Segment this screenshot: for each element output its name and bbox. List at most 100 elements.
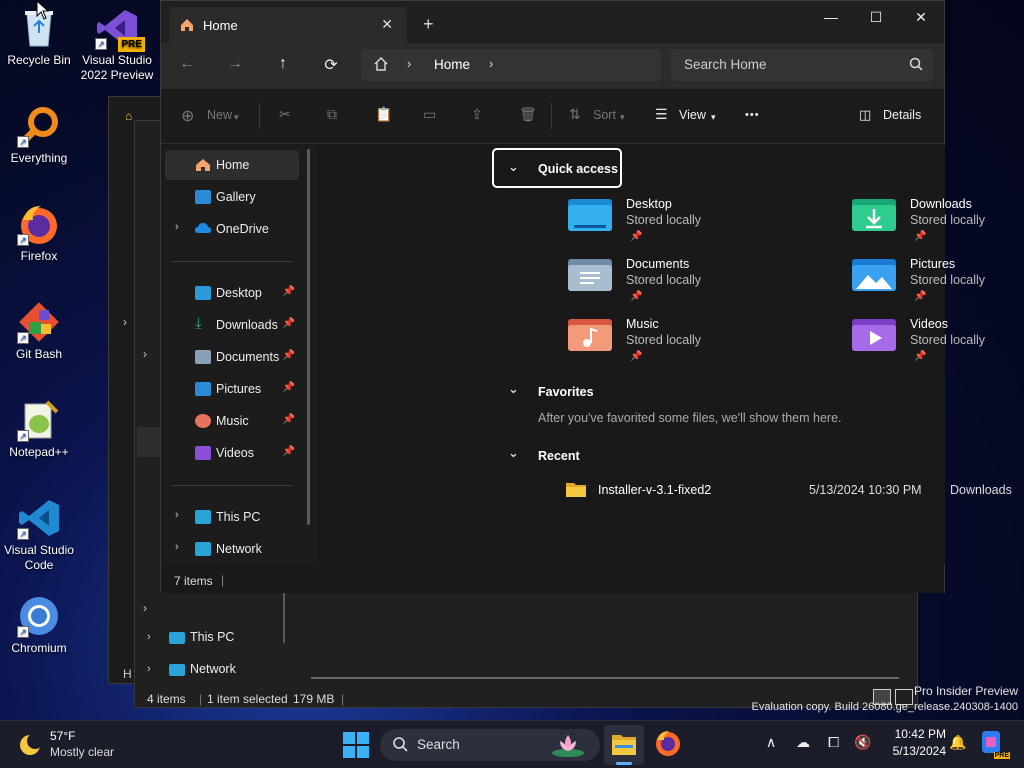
horizontal-scrollbar[interactable] (311, 677, 899, 679)
show-hidden-icons-chevron-icon[interactable]: ∧ (766, 734, 776, 751)
new-button[interactable]: New (207, 108, 232, 122)
partial-tab-label: H (123, 667, 132, 681)
music-folder-icon (568, 317, 612, 353)
maximize-button[interactable]: ☐ (856, 9, 896, 26)
taskbar-app-firefox[interactable] (654, 729, 686, 761)
desktop-icon-chromium[interactable]: ↗ Chromium (0, 594, 78, 656)
folder-tile-music[interactable]: Music Stored locally 📌 (568, 317, 808, 373)
pin-icon[interactable]: 📌 (283, 318, 295, 329)
chevron-right-icon[interactable]: › (175, 509, 179, 521)
folder-tile-downloads[interactable]: Downloads Stored locally 📌 (852, 197, 1024, 253)
desktop-icon-label: Git Bash (15, 347, 63, 361)
pin-icon[interactable]: 📌 (283, 382, 295, 393)
search-box[interactable]: Search Home (671, 49, 933, 81)
chevron-right-icon[interactable]: › (175, 221, 179, 233)
divider (551, 103, 552, 129)
shortcut-arrow-icon: ↗ (17, 626, 29, 638)
breadcrumb-item[interactable]: Home (434, 57, 470, 72)
up-arrow-icon[interactable]: ↑ (271, 55, 295, 73)
chevron-right-icon[interactable]: › (175, 541, 179, 553)
pin-icon[interactable]: 📌 (283, 446, 295, 457)
share-icon[interactable]: ⇪ (471, 106, 483, 123)
preview-badge: PRE (993, 752, 1010, 759)
desktop-icon-git-bash[interactable]: ↗ Git Bash (0, 300, 78, 362)
view-button[interactable]: View (679, 108, 706, 122)
music-icon (195, 414, 211, 428)
nav-item-music[interactable]: Music 📌 (165, 406, 299, 436)
address-bar[interactable]: › Home › (361, 49, 661, 81)
pin-icon[interactable]: 📌 (283, 414, 295, 425)
folder-tile-pictures[interactable]: Pictures Stored locally 📌 (852, 257, 1024, 313)
close-tab-icon[interactable]: ✕ (381, 16, 393, 33)
cut-icon[interactable]: ✂ (279, 106, 291, 123)
nav-item-documents[interactable]: Documents 📌 (165, 342, 299, 372)
documents-icon (195, 350, 211, 364)
nav-item-desktop[interactable]: Desktop 📌 (165, 278, 299, 308)
visual-studio-icon: PRE ↗ (95, 6, 145, 52)
desktop-icon-firefox[interactable]: ↗ Firefox (0, 202, 78, 264)
desktop-icon-vscode[interactable]: ↗ Visual Studio Code (0, 496, 78, 573)
tab-home[interactable]: Home ✕ (169, 7, 407, 43)
refresh-icon[interactable]: ⟳ (319, 55, 343, 75)
start-button[interactable] (343, 732, 369, 761)
desktop-folder-icon (568, 197, 612, 233)
close-window-button[interactable]: ✕ (901, 9, 941, 26)
section-title: Recent (538, 449, 580, 463)
nav-item-gallery[interactable]: Gallery (165, 182, 299, 212)
copy-icon[interactable]: ⧉ (327, 106, 337, 123)
favorites-header[interactable]: ⌄ Favorites (506, 381, 766, 403)
file-name: Installer-v-3.1-fixed2 (598, 483, 712, 497)
folder-subtitle: Stored locally (626, 273, 702, 287)
nav-item-home[interactable]: Home (165, 150, 299, 180)
desktop-icon-everything[interactable]: ↗ Everything (0, 104, 78, 166)
folder-tile-documents[interactable]: Documents Stored locally 📌 (568, 257, 808, 313)
nav-item-pictures[interactable]: Pictures 📌 (165, 374, 299, 404)
nav-item-videos[interactable]: Videos 📌 (165, 438, 299, 468)
sort-button[interactable]: Sort (593, 108, 616, 122)
delete-icon[interactable]: 🗑 (519, 106, 537, 123)
nav-item-this-pc[interactable]: › This PC (165, 502, 299, 532)
recent-header[interactable]: ⌄ Recent (506, 445, 766, 467)
desktop-icon-visual-studio[interactable]: PRE ↗ Visual Studio 2022 Preview (78, 6, 156, 83)
copilot-button[interactable]: PRE (978, 729, 1010, 759)
details-button[interactable]: Details (883, 108, 921, 122)
tab-label: Home (203, 18, 238, 33)
clock[interactable]: 10:42 PM 5/13/2024 (884, 727, 946, 763)
taskbar-search[interactable]: Search (380, 729, 600, 761)
pin-icon[interactable]: 📌 (283, 286, 295, 297)
volume-muted-icon[interactable]: 🔇 (854, 734, 871, 751)
more-options-button[interactable]: ••• (745, 109, 760, 121)
minimize-button[interactable]: — (811, 9, 851, 25)
folder-tile-desktop[interactable]: Desktop Stored locally 📌 (568, 197, 808, 253)
nav-item-network[interactable]: › Network (165, 534, 299, 564)
nav-item-downloads[interactable]: ⤓ Downloads 📌 (165, 310, 299, 340)
back-arrow-icon[interactable]: ← (175, 55, 199, 73)
taskbar-app-file-explorer[interactable] (604, 725, 644, 765)
chromium-icon: ↗ (17, 594, 61, 638)
paste-icon[interactable]: 📋 (375, 106, 392, 123)
breadcrumb-chevron-icon[interactable]: › (489, 56, 493, 71)
folder-name: Pictures (910, 257, 956, 271)
notification-bell-icon[interactable]: 🔔 (949, 734, 966, 751)
desktop-icon-label: Notepad++ (9, 445, 69, 459)
firefox-icon (656, 731, 680, 756)
back-nav-network[interactable]: › Network (143, 659, 283, 683)
desktop-icon-notepad-plus-plus[interactable]: ↗ Notepad++ (0, 398, 78, 460)
recent-file-row[interactable]: Installer-v-3.1-fixed2 5/13/2024 10:30 P… (566, 479, 1024, 501)
network-status-icon[interactable]: ⧠ (828, 734, 839, 751)
file-explorer-window[interactable]: Home ✕ + — ☐ ✕ ← → ↑ ⟳ › Home › Search H… (160, 0, 1012, 593)
quick-access-header[interactable]: ⌄ Quick access (492, 148, 622, 188)
pin-icon[interactable]: 📌 (283, 350, 295, 361)
back-nav-this-pc[interactable]: › This PC (143, 627, 283, 651)
forward-arrow-icon[interactable]: → (223, 55, 247, 73)
rename-icon[interactable]: ▭ (423, 106, 436, 123)
nav-scrollbar[interactable] (307, 149, 310, 525)
nav-scrollbar[interactable] (283, 593, 285, 643)
nav-item-onedrive[interactable]: › OneDrive (165, 214, 299, 244)
chevron-right-icon: › (147, 631, 151, 643)
folder-tile-videos[interactable]: Videos Stored locally 📌 (852, 317, 1024, 373)
new-tab-button[interactable]: + (423, 15, 434, 33)
onedrive-status-icon[interactable]: ☁ (796, 734, 810, 751)
weather-widget[interactable]: 57°F Mostly clear (14, 729, 154, 761)
folder-name: Desktop (626, 197, 672, 211)
